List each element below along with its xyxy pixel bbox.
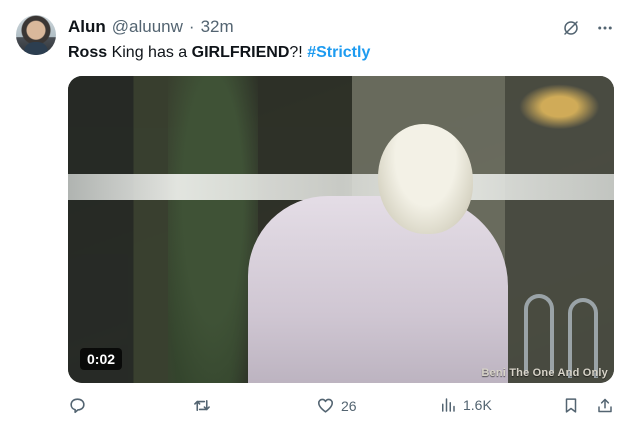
- post-time[interactable]: 32m: [201, 17, 234, 37]
- retweet-button[interactable]: [192, 396, 218, 415]
- views-icon: [439, 396, 457, 414]
- grok-icon[interactable]: [560, 17, 582, 39]
- bookmark-button[interactable]: [562, 396, 580, 415]
- tweet-card[interactable]: Alun @aluunw · 32m Ross King has a GIRLF…: [0, 0, 634, 432]
- header-separator: ·: [188, 17, 195, 36]
- tweet-text-bold-name: Ross: [68, 44, 108, 61]
- retweet-icon: [192, 396, 212, 415]
- author-name[interactable]: Alun: [68, 17, 106, 37]
- avatar-shirt: [24, 42, 48, 55]
- video-frame-person-body: [248, 196, 508, 383]
- more-icon[interactable]: [594, 17, 616, 39]
- views-count: 1.6K: [463, 397, 492, 413]
- video-frame-tap-2: [568, 298, 598, 378]
- video-watermark: Beni The One And Only: [481, 367, 608, 379]
- heart-icon: [316, 396, 335, 415]
- author-handle[interactable]: @aluunw: [112, 17, 183, 37]
- tweet-action-bar: 26 1.6K: [68, 396, 616, 420]
- views-button[interactable]: 1.6K: [439, 396, 492, 414]
- video-frame-person-head: [378, 124, 473, 234]
- bookmark-icon: [562, 396, 580, 415]
- video-player[interactable]: 0:02 Beni The One And Only: [68, 76, 614, 383]
- tweet-header: Alun @aluunw · 32m: [68, 17, 234, 37]
- share-button[interactable]: [596, 396, 614, 415]
- video-frame-tap: [524, 294, 554, 374]
- like-button[interactable]: 26: [316, 396, 357, 415]
- share-icon: [596, 396, 614, 415]
- video-duration-badge: 0:02: [80, 348, 123, 370]
- avatar[interactable]: [16, 15, 56, 55]
- like-count: 26: [341, 397, 357, 414]
- tweet-text-punct: ?!: [289, 44, 308, 61]
- video-frame-plants: [168, 76, 258, 383]
- tweet-text-bold-word: GIRLFRIEND: [191, 44, 290, 61]
- tweet-text-middle: King has a: [107, 44, 192, 61]
- reply-button[interactable]: [68, 396, 93, 415]
- tweet-top-actions: [560, 17, 616, 39]
- reply-icon: [68, 396, 87, 415]
- hashtag-link[interactable]: #Strictly: [307, 44, 370, 61]
- tweet-text: Ross King has a GIRLFRIEND?! #Strictly: [68, 43, 370, 63]
